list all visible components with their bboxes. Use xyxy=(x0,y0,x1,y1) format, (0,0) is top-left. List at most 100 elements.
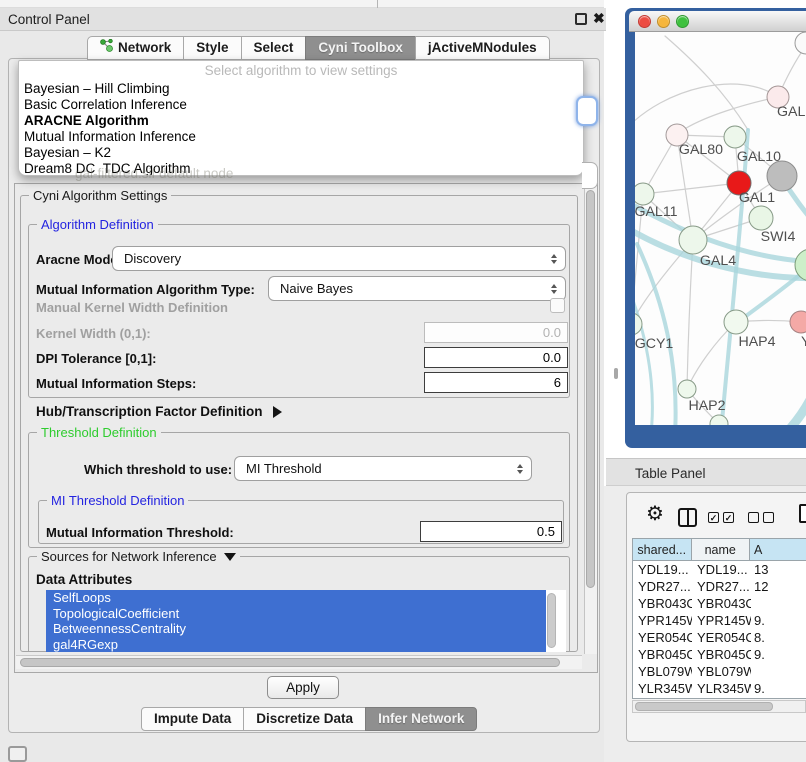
column-header-shared-name[interactable]: shared... xyxy=(633,539,692,560)
table-cell: YDR27... xyxy=(633,578,692,595)
table-row[interactable]: YBL079WYBL079W xyxy=(633,663,806,680)
node-gal11[interactable] xyxy=(635,183,654,205)
collapsed-panel-icon[interactable] xyxy=(8,746,27,762)
node-hap4[interactable] xyxy=(724,310,748,334)
data-attribute-item[interactable]: SelfLoops xyxy=(46,590,546,606)
unchecked-box-icon[interactable] xyxy=(763,512,774,523)
application-root: Control Panel ✖ Network Style Select Cyn… xyxy=(0,0,806,762)
close-traffic-light[interactable] xyxy=(638,15,651,28)
algorithm-option[interactable]: Dream8 DC_TDC Algorithm xyxy=(19,161,583,176)
kernel-width-field[interactable]: 0.0 xyxy=(424,322,568,343)
which-threshold-value: MI Threshold xyxy=(246,461,322,476)
table-row[interactable]: YIL052CYIL052C9. xyxy=(633,697,806,699)
checked-box-icon[interactable]: ✓ xyxy=(708,512,719,523)
frame-divider-tick xyxy=(377,0,378,8)
mi-threshold-field[interactable]: 0.5 xyxy=(420,521,562,542)
close-icon[interactable]: ✖ xyxy=(593,10,605,27)
network-edge xyxy=(665,36,748,130)
network-window-titlebar[interactable] xyxy=(629,11,806,32)
which-threshold-combobox[interactable]: MI Threshold xyxy=(234,456,532,481)
combo-arrows-icon xyxy=(551,254,557,264)
float-window-icon[interactable] xyxy=(575,13,587,25)
dpi-tolerance-field[interactable]: 0.0 xyxy=(424,347,568,368)
dpi-tolerance-value: 0.0 xyxy=(543,350,561,365)
column-header-partial[interactable]: A xyxy=(750,539,806,560)
algorithm-option[interactable]: Basic Correlation Inference xyxy=(19,97,583,113)
settings-horizontal-scrollbar-thumb[interactable] xyxy=(20,658,560,667)
node-label: GCY1 xyxy=(635,336,673,352)
node-gray[interactable] xyxy=(767,161,797,191)
sources-title-row[interactable]: Sources for Network Inference xyxy=(37,549,240,564)
node-gal1[interactable] xyxy=(749,206,773,230)
algorithm-option[interactable]: Bayesian – Hill Climbing xyxy=(19,81,583,97)
table-cell: YDL19... xyxy=(692,561,751,578)
table-row[interactable]: YPR145WYPR145W9. xyxy=(633,612,806,629)
manual-kernel-checkbox[interactable] xyxy=(550,298,565,313)
table-row[interactable]: YBR043CYBR043C xyxy=(633,595,806,612)
mi-type-combobox[interactable]: Naive Bayes xyxy=(268,276,566,301)
table-cell: 9. xyxy=(751,680,806,697)
checked-box-icon[interactable]: ✓ xyxy=(723,512,734,523)
data-attribute-item[interactable]: gal4RGexp xyxy=(46,637,546,653)
network-combobox-fragment xyxy=(582,162,598,189)
table-cell xyxy=(751,663,806,680)
node-top-outline[interactable] xyxy=(795,32,806,54)
cyni-algorithm-settings-title: Cyni Algorithm Settings xyxy=(29,188,171,203)
combo-arrows-icon xyxy=(551,284,557,294)
table-cell: YBR045C xyxy=(633,646,692,663)
node-label: HAP4 xyxy=(738,334,775,350)
data-attributes-list[interactable]: SelfLoopsTopologicalCoefficientBetweenne… xyxy=(46,590,566,652)
sources-title: Sources for Network Inference xyxy=(41,549,217,564)
tab-infer-network[interactable]: Infer Network xyxy=(365,707,477,731)
table-cell: YIL052C xyxy=(633,697,692,699)
network-graph-icon xyxy=(100,37,113,59)
network-canvas[interactable]: GALGAL80GAL10GAL1GAL11SWI4GAL4GCY1HAP4YH… xyxy=(635,32,806,425)
data-attribute-item[interactable]: TopologicalCoefficient xyxy=(46,606,546,622)
unchecked-box-icon[interactable] xyxy=(748,512,759,523)
mi-steps-field[interactable]: 6 xyxy=(424,372,568,393)
tab-network[interactable]: Network xyxy=(87,36,184,60)
which-threshold-label: Which threshold to use: xyxy=(84,462,232,477)
table-row[interactable]: YER054CYER054C8. xyxy=(633,629,806,646)
node-gal4[interactable] xyxy=(679,226,707,254)
apply-button[interactable]: Apply xyxy=(267,676,339,699)
node-label: HAP2 xyxy=(688,398,725,414)
table-row[interactable]: YDR27...YDR27...12 xyxy=(633,578,806,595)
split-columns-icon[interactable] xyxy=(678,508,697,527)
network-edge xyxy=(643,183,739,194)
node-bottom[interactable] xyxy=(710,415,728,425)
zoom-traffic-light[interactable] xyxy=(676,15,689,28)
node-gcy1[interactable] xyxy=(635,313,642,335)
settings-vertical-scrollbar-thumb[interactable] xyxy=(586,190,595,588)
tab-jactivemnodules[interactable]: jActiveMNodules xyxy=(415,36,550,60)
table-horizontal-scrollbar-thumb[interactable] xyxy=(635,702,773,711)
tab-style[interactable]: Style xyxy=(183,36,241,60)
hub-definition-expander[interactable]: Hub/Transcription Factor Definition xyxy=(36,404,282,419)
list-scrollbar-thumb[interactable] xyxy=(547,593,556,648)
hub-definition-label: Hub/Transcription Factor Definition xyxy=(36,404,263,419)
algorithm-option[interactable]: Mutual Information Inference xyxy=(19,129,583,145)
minimize-traffic-light[interactable] xyxy=(657,15,670,28)
table-row[interactable]: YDL19...YDL19...13 xyxy=(633,561,806,578)
data-attribute-item[interactable]: BetweennessCentrality xyxy=(46,621,546,637)
table-cell: YBL079W xyxy=(692,663,751,680)
table-cell: 13 xyxy=(751,561,806,578)
table-row[interactable]: YLR345WYLR345W9. xyxy=(633,680,806,697)
split-pane-divider-handle[interactable] xyxy=(614,368,618,379)
tab-impute-data[interactable]: Impute Data xyxy=(141,707,244,731)
tab-cyni-toolbox[interactable]: Cyni Toolbox xyxy=(305,36,416,60)
node-salmon[interactable] xyxy=(790,311,806,333)
aracne-mode-combobox[interactable]: Discovery xyxy=(112,246,566,271)
table-row[interactable]: YBR045CYBR045C9. xyxy=(633,646,806,663)
algorithm-option[interactable]: ARACNE Algorithm xyxy=(19,113,583,129)
node-hap2[interactable] xyxy=(678,380,696,398)
gear-icon[interactable]: ⚙ xyxy=(646,504,664,524)
document-icon[interactable] xyxy=(799,504,806,523)
node-gal10[interactable] xyxy=(724,126,746,148)
tab-select[interactable]: Select xyxy=(241,36,307,60)
tab-discretize-data[interactable]: Discretize Data xyxy=(243,707,366,731)
node-label: GAL11 xyxy=(635,204,678,220)
column-header-name[interactable]: name xyxy=(692,539,751,560)
table-cell: YBR045C xyxy=(692,646,751,663)
algorithm-option[interactable]: Bayesian – K2 xyxy=(19,145,583,161)
